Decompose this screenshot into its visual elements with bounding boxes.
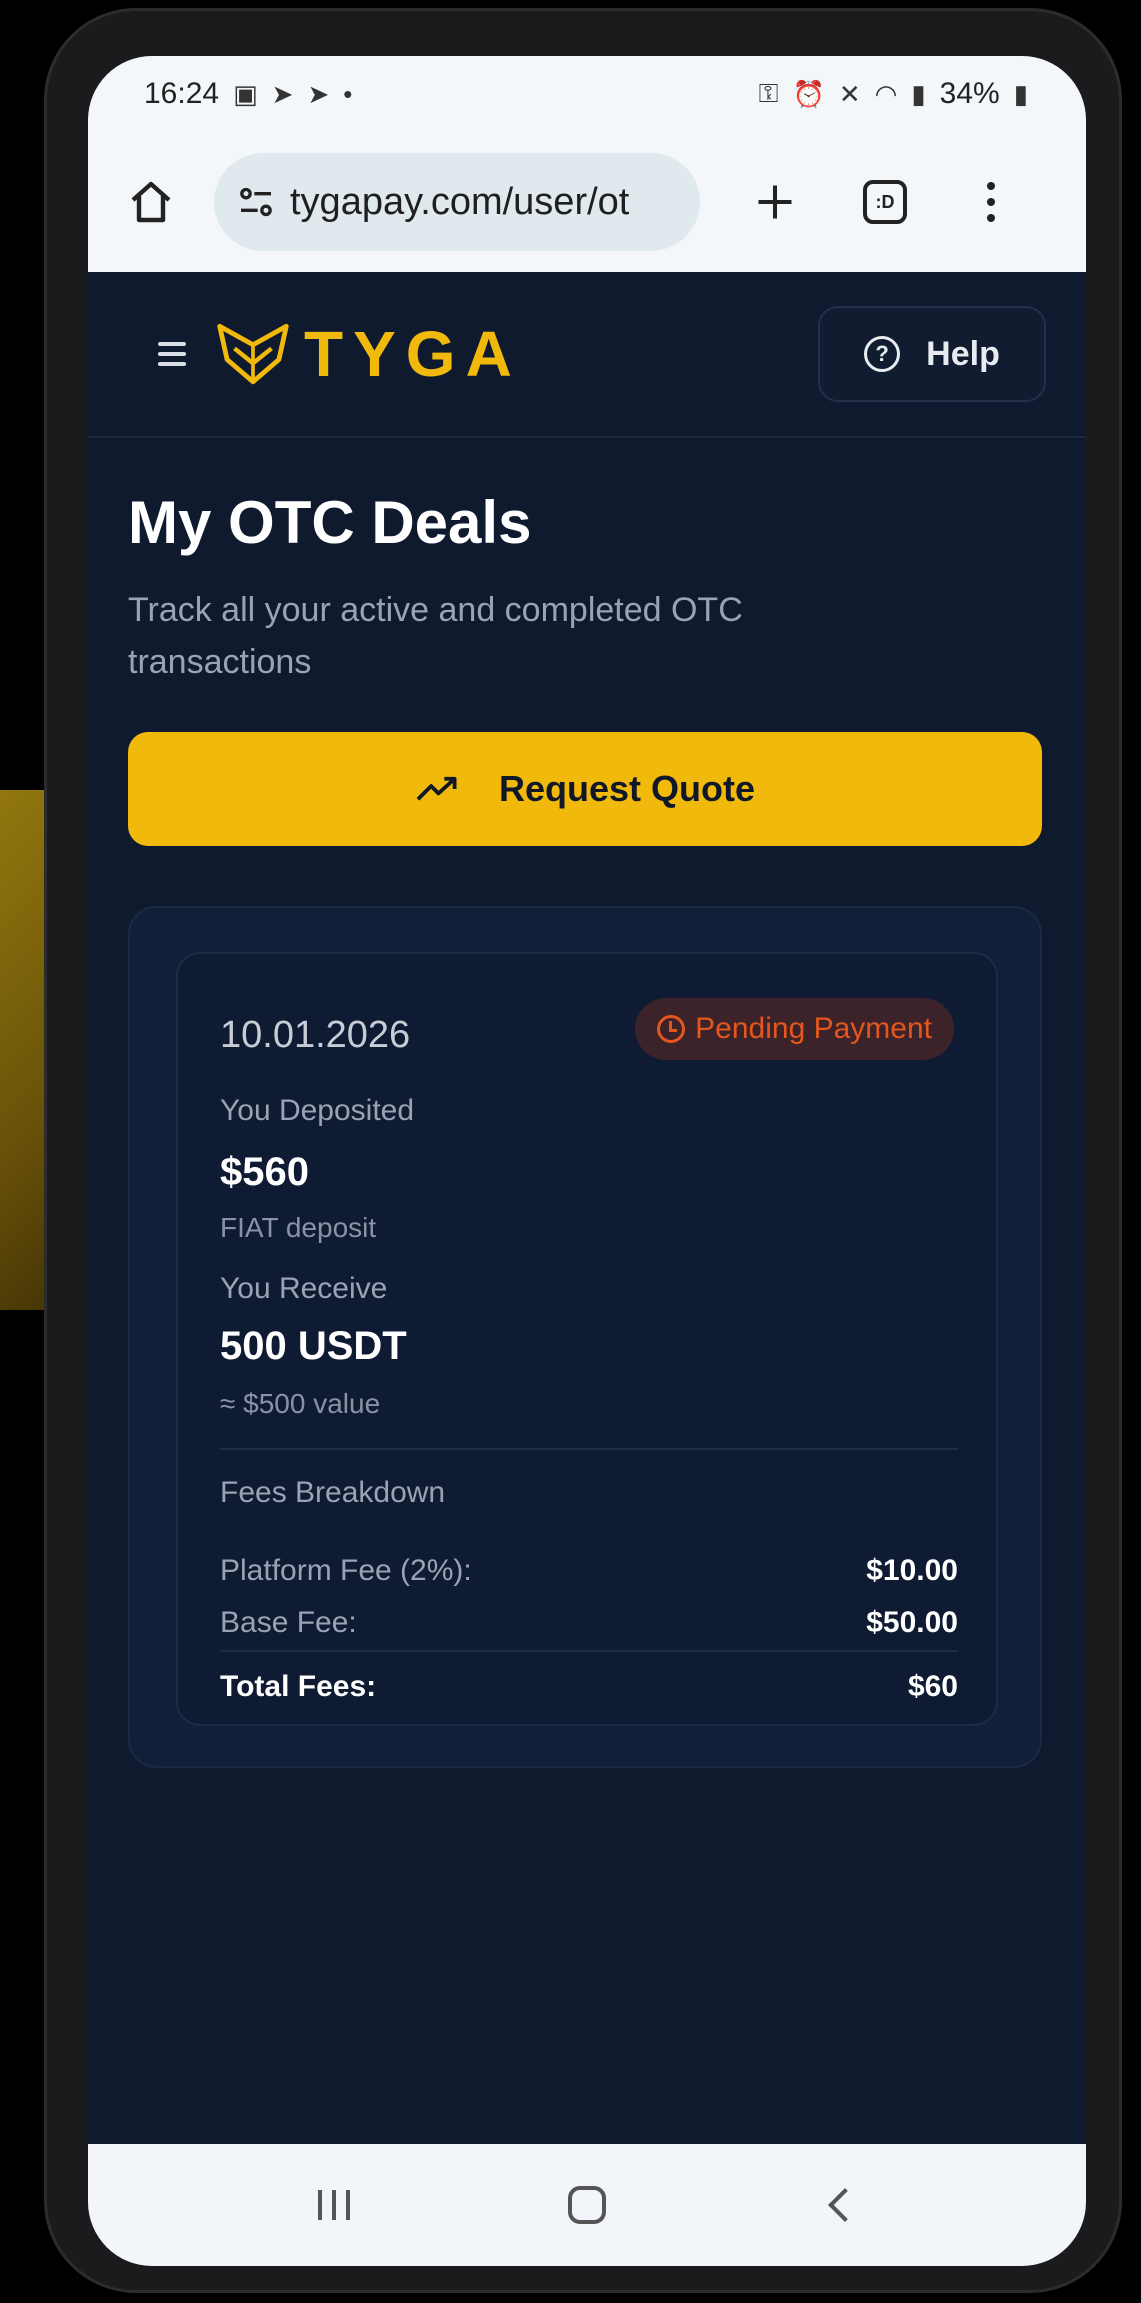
fee-label: Platform Fee (2%): xyxy=(220,1554,472,1587)
status-text: Pending Payment xyxy=(695,1012,932,1045)
more-notifications-icon: • xyxy=(343,78,353,109)
mute-icon: ✕ xyxy=(838,78,861,109)
wifi-icon: ◠ xyxy=(874,78,898,109)
status-badge: Pending Payment xyxy=(635,998,954,1060)
recents-bar xyxy=(318,2190,323,2220)
receive-amount: 500 USDT xyxy=(220,1324,407,1368)
clock-icon xyxy=(657,1015,686,1043)
vpn-key-icon: ⚿ xyxy=(758,78,779,108)
deal-date: 10.01.2026 xyxy=(220,1014,411,1056)
total-fees-value: $60 xyxy=(907,1670,958,1703)
back-button[interactable] xyxy=(795,2170,885,2240)
plus-icon xyxy=(758,185,792,219)
help-label: Help xyxy=(926,334,1000,373)
divider xyxy=(220,1650,958,1652)
fee-row-total: Total Fees: $60 xyxy=(220,1670,958,1704)
fee-label: Base Fee: xyxy=(220,1606,357,1639)
browser-home-button[interactable] xyxy=(116,167,186,237)
trending-up-icon xyxy=(416,776,457,801)
browser-menu-button[interactable] xyxy=(956,167,1026,237)
recents-bar xyxy=(332,2190,337,2220)
divider xyxy=(220,1448,958,1450)
fee-row-platform: Platform Fee (2%): $10.00 xyxy=(220,1554,958,1588)
request-quote-label: Request Quote xyxy=(498,768,756,809)
phone-screen: 16:24 ▣ ➤ ➤ • ⚿ ⏰ ✕ ◠ ▮ 34% ▮ tygapay.co… xyxy=(88,56,1086,2266)
hamburger-line xyxy=(158,342,186,346)
tiger-logo-icon xyxy=(217,323,289,385)
deposited-label: You Deposited xyxy=(220,1094,415,1127)
fee-value: $10.00 xyxy=(866,1554,958,1587)
deal-card[interactable]: 10.01.2026 Pending Payment You Deposited… xyxy=(176,952,998,1726)
more-icon-dot xyxy=(987,214,995,222)
new-tab-button[interactable] xyxy=(740,167,810,237)
tab-switcher-button[interactable]: :D xyxy=(850,167,920,237)
home-nav-icon xyxy=(567,2186,606,2224)
total-fees-label: Total Fees: xyxy=(220,1670,377,1703)
back-icon xyxy=(827,2188,862,2222)
recents-icon xyxy=(318,2190,351,2220)
status-bar: 16:24 ▣ ➤ ➤ • ⚿ ⏰ ✕ ◠ ▮ 34% ▮ xyxy=(88,56,1086,132)
fee-row-base: Base Fee: $50.00 xyxy=(220,1606,958,1640)
deals-panel: 10.01.2026 Pending Payment You Deposited… xyxy=(128,906,1042,1768)
home-nav-button[interactable] xyxy=(542,2170,632,2240)
browser-toolbar: tygapay.com/user/ot :D xyxy=(88,132,1086,272)
url-bar[interactable]: tygapay.com/user/ot xyxy=(214,153,700,251)
page-title: My OTC Deals xyxy=(128,489,532,556)
logo[interactable]: TYGA xyxy=(216,317,522,391)
signal-icon: ▮ xyxy=(911,78,926,109)
fee-value: $50.00 xyxy=(866,1606,958,1639)
site-header: TYGA ? Help xyxy=(88,272,1086,438)
system-nav-bar xyxy=(88,2144,1086,2266)
telegram-notification-icon: ➤ xyxy=(271,78,294,109)
fees-title: Fees Breakdown xyxy=(220,1476,446,1509)
hamburger-line xyxy=(158,352,186,356)
status-right: ⚿ ⏰ ✕ ◠ ▮ 34% ▮ xyxy=(759,77,1028,111)
url-text[interactable]: tygapay.com/user/ot xyxy=(290,181,629,224)
deposited-amount: $560 xyxy=(220,1150,309,1194)
status-left: 16:24 ▣ ➤ ➤ • xyxy=(144,77,352,111)
help-icon: ? xyxy=(864,336,901,372)
site-settings-icon[interactable] xyxy=(236,182,276,222)
gallery-notification-icon: ▣ xyxy=(233,78,258,109)
battery-level: 34% xyxy=(939,77,1000,110)
receive-value: ≈ $500 value xyxy=(220,1388,381,1419)
tabs-icon: :D xyxy=(863,180,907,224)
more-icon xyxy=(987,182,995,190)
page-subtitle: Track all your active and completed OTC … xyxy=(128,591,743,681)
hamburger-icon[interactable] xyxy=(158,342,186,366)
status-time: 16:24 xyxy=(144,77,220,110)
request-quote-button[interactable]: Request Quote xyxy=(128,732,1042,846)
receive-label: You Receive xyxy=(220,1272,388,1305)
telegram-notification-icon-2: ➤ xyxy=(307,78,330,109)
battery-icon: ▮ xyxy=(1013,78,1028,109)
recents-button[interactable] xyxy=(289,2170,379,2240)
recents-bar xyxy=(346,2190,351,2220)
help-button[interactable]: ? Help xyxy=(818,306,1046,402)
hamburger-line xyxy=(158,362,186,366)
alarm-icon: ⏰ xyxy=(792,78,825,109)
home-icon xyxy=(131,181,171,223)
brand-name: TYGA xyxy=(304,318,522,390)
deposit-type: FIAT deposit xyxy=(220,1212,377,1243)
more-icon-dot xyxy=(987,198,995,206)
